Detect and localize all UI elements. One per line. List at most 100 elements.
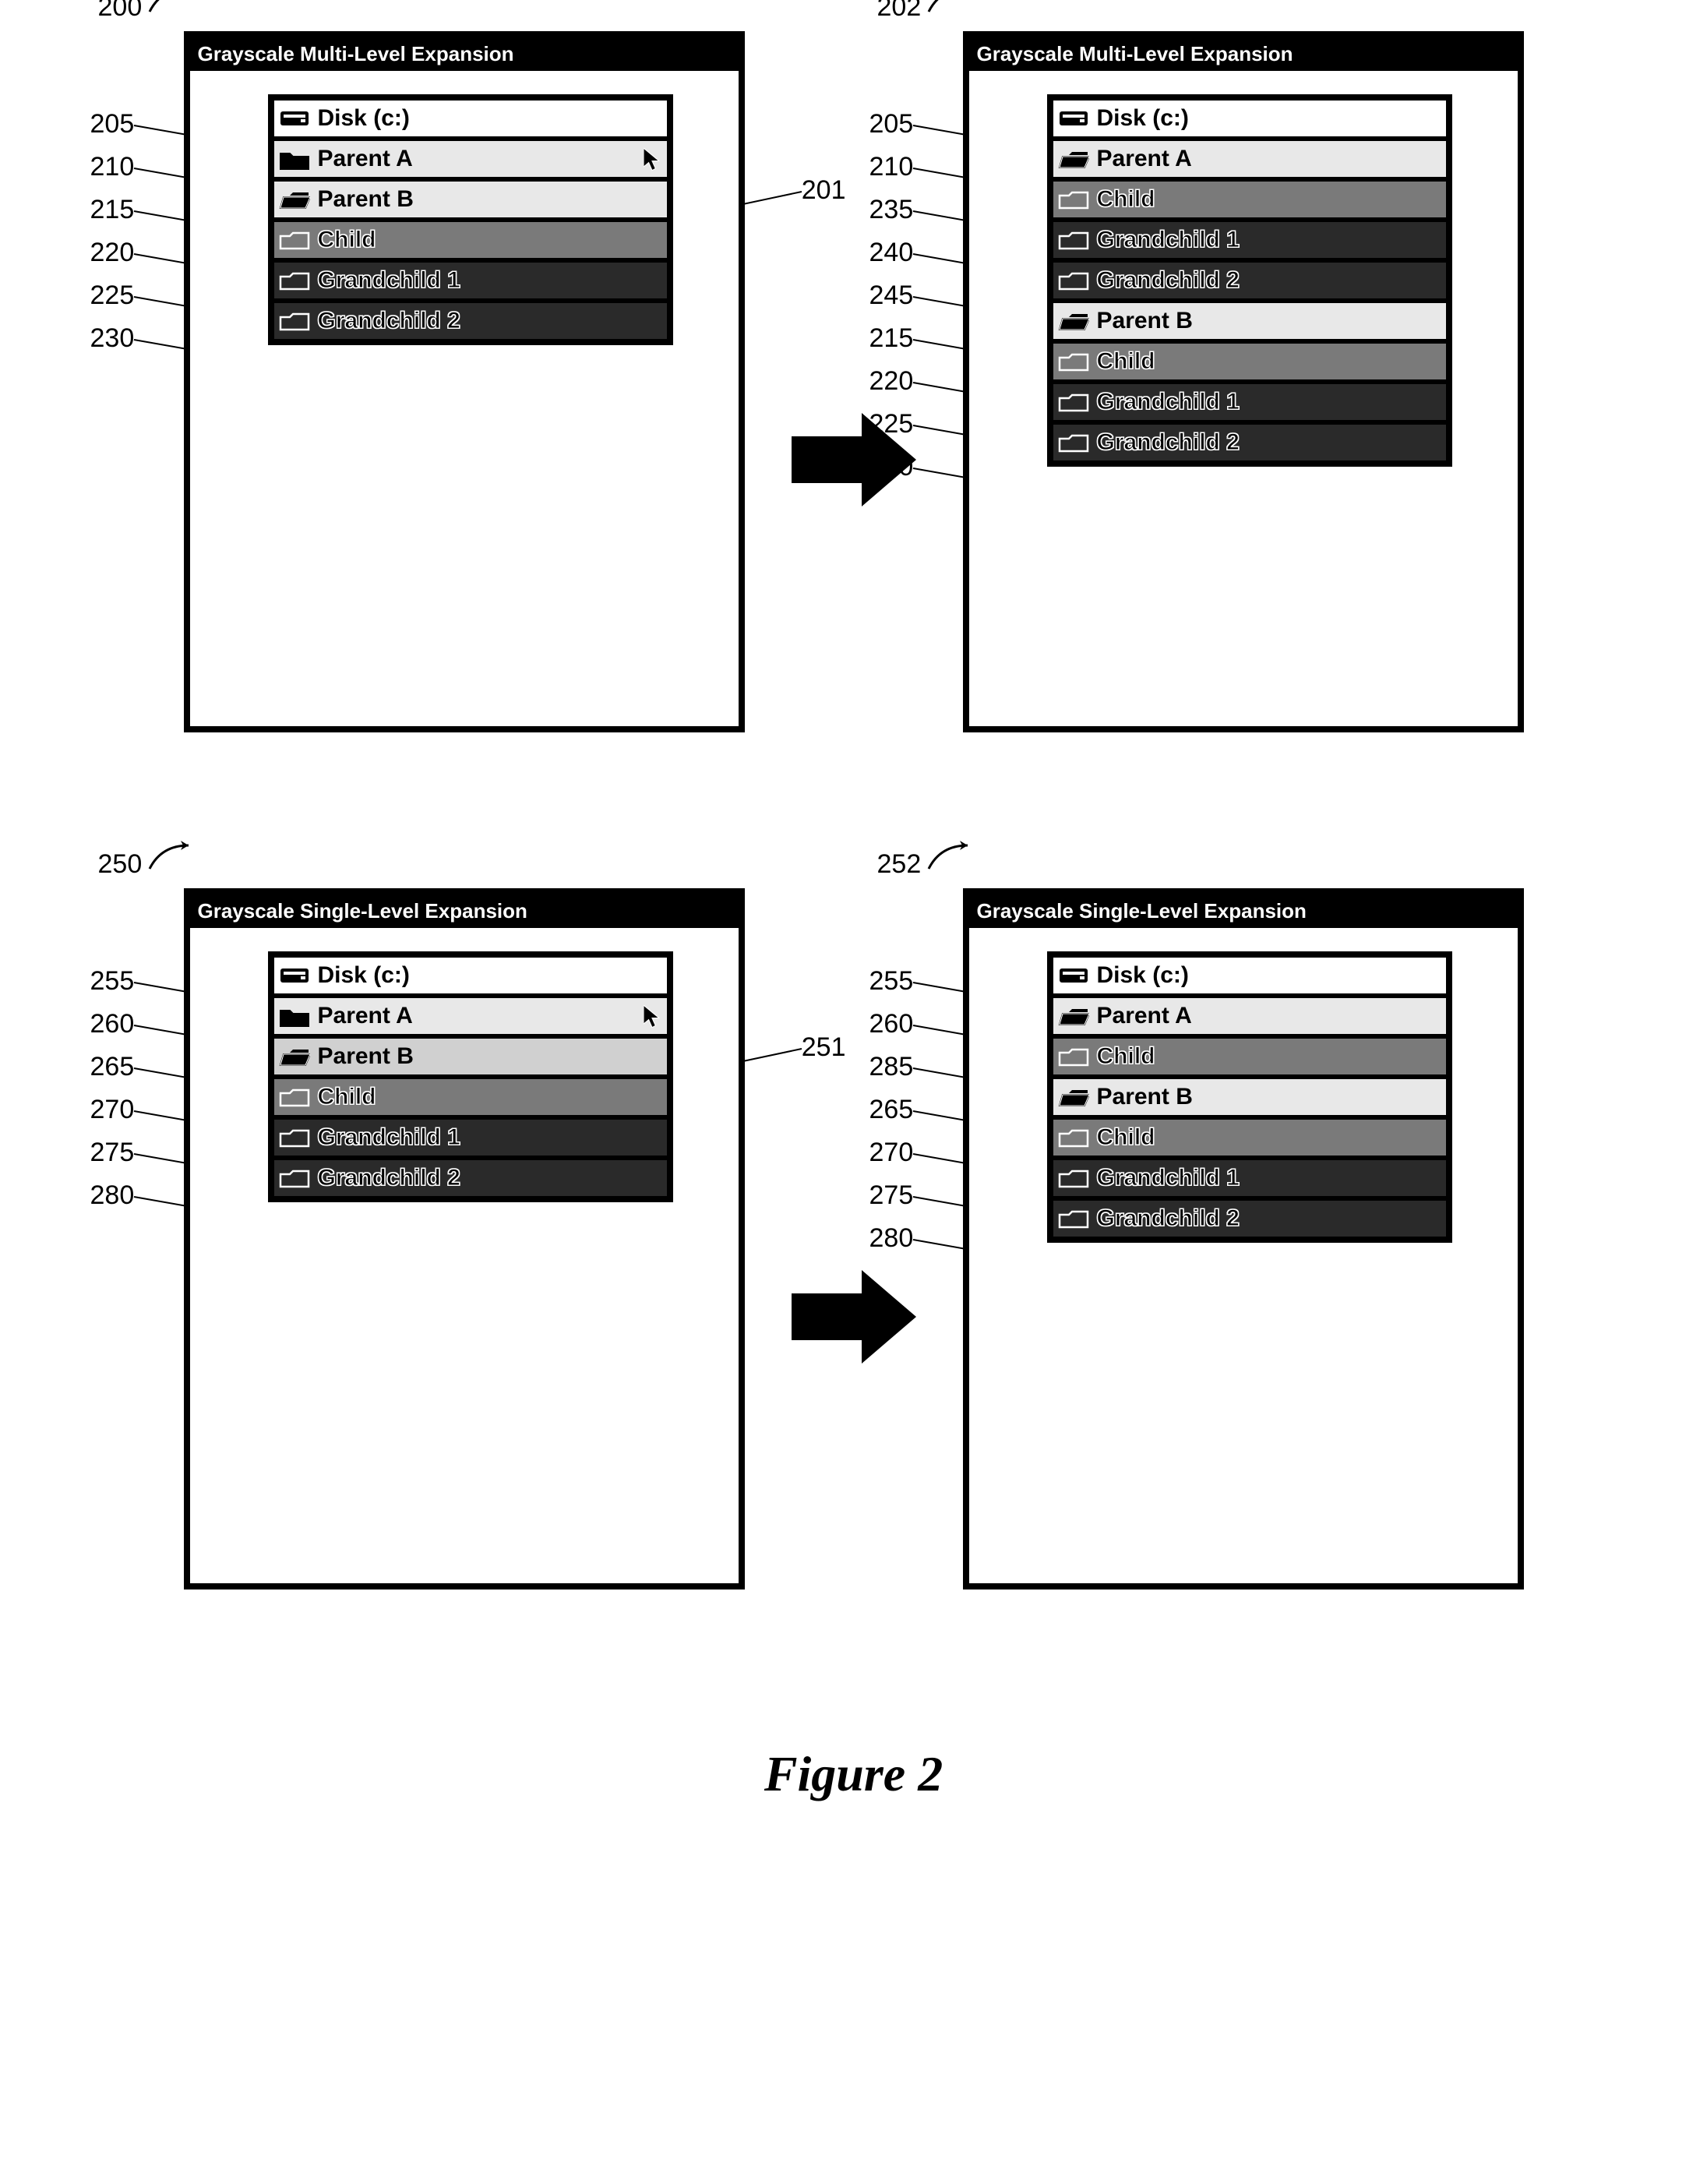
ref-number: 280 [90,1180,135,1211]
folder-closed-icon [279,1004,310,1028]
folder-outline-icon [1058,228,1089,252]
folder-outline-icon [1058,1126,1089,1149]
tree-row[interactable]: Child [1051,1036,1448,1077]
single-after-panel: Grayscale Single-Level Expansion Disk (c… [963,888,1524,1589]
tree-row[interactable]: Parent B [1051,1077,1448,1117]
folder-outline-icon [279,228,310,252]
tree-row-label: Grandchild 1 [1097,389,1240,415]
ref-number: 210 [90,152,135,182]
ref-number: 250 [98,849,143,879]
tree-row-label: Grandchild 2 [1097,267,1240,294]
tree-row-label: Grandchild 1 [318,1124,460,1151]
tree-row[interactable]: Parent A [1051,996,1448,1036]
tree-row-label: Grandchild 2 [318,308,460,334]
ref-number: 275 [90,1138,135,1168]
tree-row-label: Child [1097,348,1155,375]
tree-row[interactable]: Grandchild 1 [272,1117,669,1158]
ref-number: 252 [877,849,922,879]
tree-row[interactable]: Parent B [272,1036,669,1077]
tree-row[interactable]: Child [1051,179,1448,220]
cursor-icon [644,148,661,170]
ref-number: 205 [90,109,135,139]
ref-number: 202 [877,0,922,22]
folder-open-icon [279,188,310,211]
window-title: Grayscale Single-Level Expansion [969,894,1518,928]
ref-number: 265 [90,1052,135,1082]
multi-level-section: 200 205 210 215 220 225 230 201 Grayscal… [31,31,1676,732]
folder-outline-icon [279,1085,310,1109]
tree-row-label: Disk (c:) [1097,962,1189,989]
folder-outline-icon [1058,1166,1089,1190]
ref-number: 255 [90,966,135,997]
folder-open-icon [1058,1085,1089,1109]
ref-number: 265 [869,1095,914,1125]
tree-row[interactable]: Grandchild 2 [1051,422,1448,463]
tree-row-label: Parent A [1097,146,1192,172]
ref-number: 215 [869,323,914,354]
tree-row[interactable]: Parent A [272,139,669,179]
tree-row[interactable]: Disk (c:) [272,98,669,139]
tree-row[interactable]: Parent B [1051,301,1448,341]
disk-icon [279,964,310,987]
ref-number: 205 [869,109,914,139]
tree-row[interactable]: Grandchild 1 [1051,1158,1448,1198]
tree-row-label: Parent B [1097,308,1193,334]
ref-number: 210 [869,152,914,182]
ref-number: 255 [869,966,914,997]
tree-row-label: Parent B [318,186,414,213]
folder-outline-icon [279,1166,310,1190]
ref-number: 230 [869,452,914,482]
tree-row-label: Child [1097,186,1155,213]
tree-view: Disk (c:)Parent AChildParent BChildGrand… [1047,951,1452,1243]
folder-outline-icon [1058,350,1089,373]
ref-number: 260 [869,1009,914,1039]
tree-row-label: Parent A [1097,1003,1192,1029]
tree-row[interactable]: Disk (c:) [272,955,669,996]
tree-row[interactable]: Grandchild 1 [1051,220,1448,260]
tree-row[interactable]: Grandchild 2 [1051,1198,1448,1239]
tree-row[interactable]: Parent A [272,996,669,1036]
tree-row-label: Grandchild 1 [318,267,460,294]
tree-row[interactable]: Child [1051,1117,1448,1158]
tree-view: Disk (c:) Parent A Child Grandchild 1 Grandc… [1047,94,1452,467]
tree-row-label: Child [1097,1043,1155,1070]
disk-icon [1058,964,1089,987]
figure-caption: Figure 2 [31,1745,1676,1803]
ref-number: 275 [869,1180,914,1211]
tree-row-label: Grandchild 2 [1097,429,1240,456]
ref-number: 270 [869,1138,914,1168]
tree-row[interactable]: Child [272,1077,669,1117]
ref-number: 201 [802,175,846,206]
tree-row-label: Disk (c:) [1097,105,1189,132]
ref-number: 235 [869,195,914,225]
folder-outline-icon [1058,1045,1089,1068]
tree-row[interactable]: Grandchild 2 [272,301,669,341]
tree-row[interactable]: Disk (c:) [1051,98,1448,139]
tree-row[interactable]: Grandchild 1 [272,260,669,301]
tree-row[interactable]: Child [1051,341,1448,382]
disk-icon [1058,107,1089,130]
folder-outline-icon [1058,269,1089,292]
single-after-wrap: 252 255 260 285 265 270 275 280 Grayscal… [963,888,1524,1589]
tree-row[interactable]: Child [272,220,669,260]
tree-row[interactable]: Grandchild 2 [272,1158,669,1198]
hook-ref: 202 [877,0,975,23]
tree-row[interactable]: Parent A [1051,139,1448,179]
hook-ref: 200 [98,0,196,23]
tree-row-label: Grandchild 1 [1097,1165,1240,1191]
tree-row[interactable]: Parent B [272,179,669,220]
tree-row[interactable]: Grandchild 2 [1051,260,1448,301]
tree-row[interactable]: Disk (c:) [1051,955,1448,996]
folder-outline-icon [279,269,310,292]
transition-arrow-icon [792,1270,916,1364]
ref-number: 270 [90,1095,135,1125]
folder-closed-icon [279,147,310,171]
tree-view: Disk (c:)Parent A Parent B Child Grandchild… [268,94,673,345]
folder-outline-icon [1058,390,1089,414]
window-title: Grayscale Single-Level Expansion [190,894,739,928]
ref-number: 251 [802,1032,846,1063]
tree-row-label: Parent A [318,1003,413,1029]
ref-number: 260 [90,1009,135,1039]
tree-row[interactable]: Grandchild 1 [1051,382,1448,422]
ref-number: 225 [90,280,135,311]
